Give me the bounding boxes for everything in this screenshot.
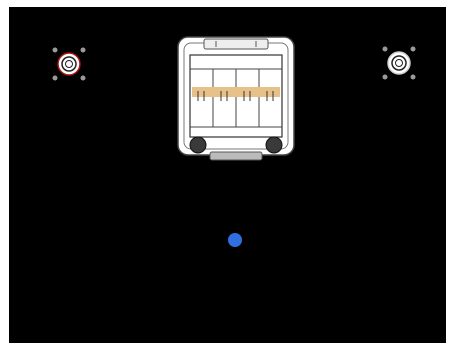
frame-bottom bbox=[0, 343, 455, 352]
circuit-breaker-box-icon[interactable] bbox=[176, 35, 296, 163]
cable-gland-right-svg bbox=[382, 46, 416, 80]
frame-right bbox=[446, 0, 455, 352]
frame-top bbox=[0, 0, 455, 7]
cable-gland-icon[interactable] bbox=[380, 44, 418, 82]
breaker-enclosure-svg bbox=[177, 36, 295, 161]
cable-gland-icon[interactable] bbox=[50, 45, 88, 83]
frame-left bbox=[0, 0, 9, 352]
cable-gland-left-svg bbox=[52, 47, 86, 81]
blue-dot-icon[interactable] bbox=[228, 233, 242, 247]
